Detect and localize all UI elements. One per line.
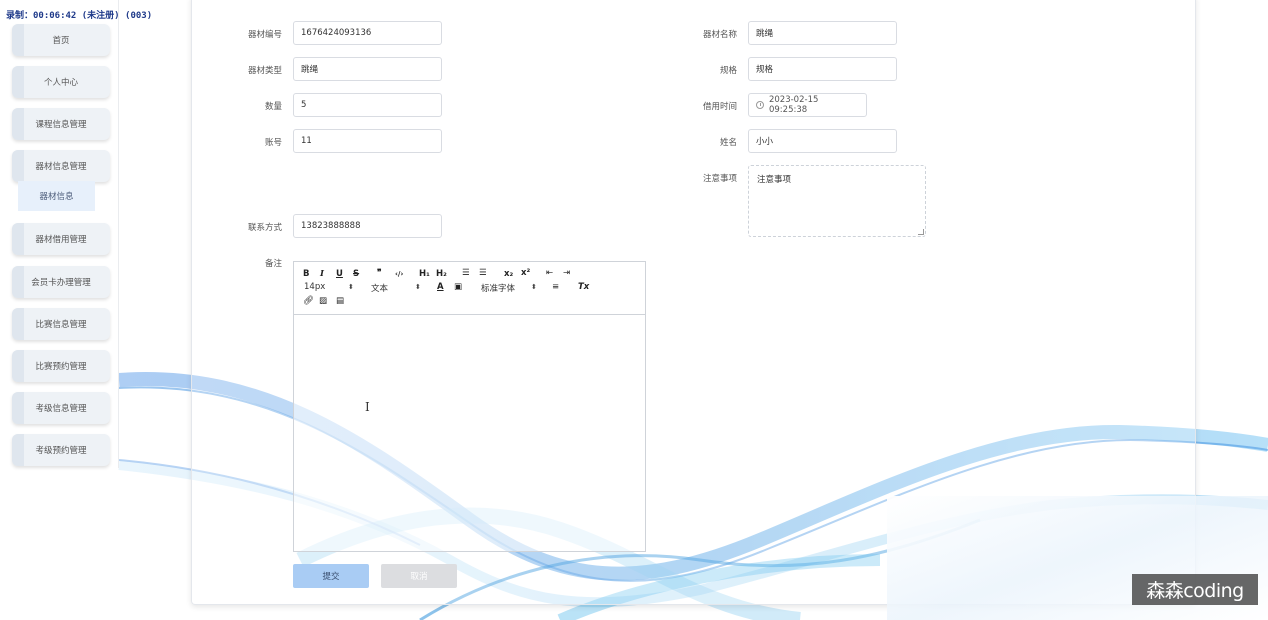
strikethrough-icon[interactable]: S (353, 269, 359, 279)
notes-textarea[interactable]: 注意事项 (748, 165, 926, 237)
align-icon[interactable]: ≡ (552, 282, 559, 292)
text-style-select[interactable]: 文本 (371, 282, 388, 294)
editor-toolbar: B I U S ❞ ‹/› H₁ H₂ ☰ ☰ x₂ x² ⇤ ⇥ 14px ⬍… (294, 262, 645, 315)
chevron-updown-icon: ⬍ (415, 283, 421, 291)
contact-input[interactable]: 13823888888 (293, 214, 442, 238)
equip-name-input[interactable]: 跳绳 (748, 21, 897, 45)
remark-label: 备注 (264, 259, 282, 269)
account-label: 账号 (264, 138, 282, 148)
borrow-time-value: 2023-02-15 09:25:38 (768, 95, 819, 115)
text-cursor-icon: I (365, 400, 370, 414)
cancel-button[interactable]: 取消 (381, 564, 457, 588)
underline-icon[interactable]: U (336, 269, 343, 279)
font-family-select[interactable]: 标准字体 (481, 282, 515, 294)
image-icon[interactable]: ▨ (319, 296, 327, 306)
outdent-icon[interactable]: ⇤ (546, 268, 553, 278)
spec-label: 规格 (719, 66, 737, 76)
remark-editor: B I U S ❞ ‹/› H₁ H₂ ☰ ☰ x₂ x² ⇤ ⇥ 14px ⬍… (293, 261, 646, 552)
ordered-list-icon[interactable]: ☰ (462, 268, 470, 278)
background-color-icon[interactable]: ▣ (454, 282, 462, 292)
quantity-input[interactable]: 5 (293, 93, 442, 117)
blockquote-icon[interactable]: ❞ (377, 268, 382, 278)
borrow-time-picker[interactable]: 2023-02-15 09:25:38 (748, 93, 867, 117)
clock-icon (756, 101, 764, 109)
chevron-updown-icon: ⬍ (531, 283, 537, 291)
chevron-updown-icon: ⬍ (348, 283, 354, 291)
spec-input[interactable]: 规格 (748, 57, 897, 81)
font-size-select[interactable]: 14px (304, 282, 325, 292)
equip-no-label: 器材编号 (247, 30, 282, 40)
link-icon[interactable]: 🔗︎ (303, 296, 314, 306)
quantity-label: 数量 (264, 102, 282, 112)
italic-icon[interactable]: I (320, 269, 324, 279)
code-block-icon[interactable]: ‹/› (395, 269, 403, 279)
name-label: 姓名 (719, 138, 737, 148)
video-icon[interactable]: ▤ (336, 296, 344, 306)
heading2-icon[interactable]: H₂ (436, 269, 447, 279)
superscript-icon[interactable]: x² (521, 268, 530, 278)
name-input[interactable]: 小小 (748, 129, 897, 153)
bullet-list-icon[interactable]: ☰ (479, 268, 487, 278)
contact-label: 联系方式 (247, 223, 282, 233)
watermark: 森森coding (1132, 574, 1258, 605)
notes-label: 注意事项 (702, 174, 737, 184)
equip-type-input[interactable]: 跳绳 (293, 57, 442, 81)
font-color-icon[interactable]: A (437, 282, 444, 292)
clear-format-icon[interactable]: Tx (578, 282, 589, 292)
notes-value: 注意事项 (757, 175, 792, 185)
submit-button[interactable]: 提交 (293, 564, 369, 588)
recording-overlay: 录制：00:06:42 (未注册) (003) (6, 11, 153, 21)
equip-type-label: 器材类型 (247, 66, 282, 76)
borrow-time-label: 借用时间 (702, 102, 737, 112)
editor-content-area[interactable] (294, 316, 645, 551)
equip-name-label: 器材名称 (702, 30, 737, 40)
indent-icon[interactable]: ⇥ (563, 268, 570, 278)
resize-grip-icon[interactable] (918, 229, 924, 235)
bold-icon[interactable]: B (303, 269, 309, 279)
equip-no-input[interactable]: 1676424093136 (293, 21, 442, 45)
account-input[interactable]: 11 (293, 129, 442, 153)
subscript-icon[interactable]: x₂ (504, 269, 513, 279)
heading1-icon[interactable]: H₁ (419, 269, 430, 279)
